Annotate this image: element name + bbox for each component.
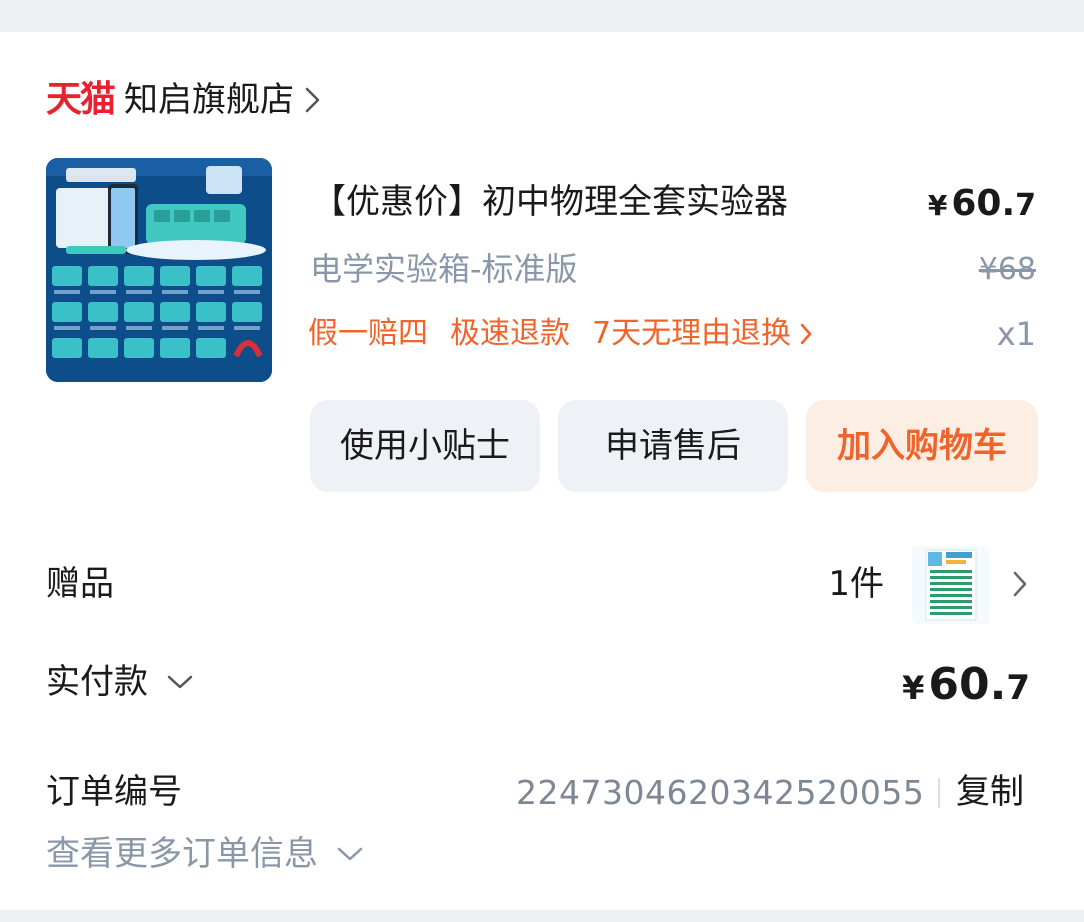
tips-button[interactable]: 使用小贴士 bbox=[310, 400, 540, 492]
chevron-down-icon[interactable] bbox=[166, 674, 194, 690]
gift-count[interactable]: 1件 bbox=[828, 562, 884, 606]
service-item: 7天无理由退换 bbox=[592, 316, 792, 351]
more-order-info-label: 查看更多订单信息 bbox=[46, 834, 318, 874]
shop-header[interactable]: 天猫 知启旗舰店 bbox=[46, 80, 322, 120]
product-price: ¥60.7 bbox=[928, 182, 1036, 228]
shop-name[interactable]: 知启旗舰店 bbox=[124, 80, 294, 120]
product-title[interactable]: 【优惠价】初中物理全套实验器 bbox=[312, 180, 788, 224]
more-order-info-toggle[interactable]: 查看更多订单信息 bbox=[46, 832, 364, 876]
payment-amount: ¥60.7 bbox=[902, 658, 1030, 715]
order-number: 2247304620342520055 bbox=[516, 773, 925, 812]
payment-integer: 60. bbox=[928, 659, 1007, 710]
payment-label: 实付款 bbox=[46, 662, 148, 702]
copy-button[interactable]: 复制 bbox=[956, 770, 1024, 814]
product-variant: 电学实验箱-标准版 bbox=[310, 250, 578, 288]
chevron-right-icon[interactable] bbox=[304, 85, 322, 115]
gift-label: 赠品 bbox=[46, 564, 114, 604]
service-guarantees[interactable]: 假一赔四 极速退款 7天无理由退换 bbox=[308, 314, 813, 354]
payment-currency: ¥ bbox=[902, 669, 925, 707]
product-quantity: x1 bbox=[996, 315, 1036, 353]
after-sale-button[interactable]: 申请售后 bbox=[558, 400, 788, 492]
chevron-right-icon[interactable] bbox=[1012, 570, 1028, 598]
divider bbox=[938, 778, 940, 808]
order-card: 天猫 知启旗舰店 【优惠价】初中物理全套实验器 ¥ 60.7 电学实验箱-标准版… bbox=[0, 32, 1084, 910]
chevron-down-icon bbox=[337, 847, 363, 861]
order-number-label: 订单编号 bbox=[46, 772, 182, 812]
price-currency: ¥ bbox=[927, 189, 948, 222]
payment-decimal: 7 bbox=[1006, 668, 1030, 708]
chevron-right-icon bbox=[800, 323, 812, 345]
payment-label-row[interactable]: 实付款 bbox=[46, 660, 194, 704]
service-item: 极速退款 bbox=[450, 316, 570, 351]
add-to-cart-button[interactable]: 加入购物车 bbox=[806, 400, 1038, 492]
tmall-logo: 天猫 bbox=[46, 79, 116, 120]
price-decimal: 7 bbox=[1015, 188, 1036, 223]
price-integer: 60. bbox=[951, 183, 1016, 224]
product-thumbnail[interactable] bbox=[46, 158, 272, 382]
service-item: 假一赔四 bbox=[308, 316, 428, 351]
gift-thumbnail[interactable] bbox=[912, 546, 990, 624]
original-price: ¥68 bbox=[978, 252, 1036, 287]
